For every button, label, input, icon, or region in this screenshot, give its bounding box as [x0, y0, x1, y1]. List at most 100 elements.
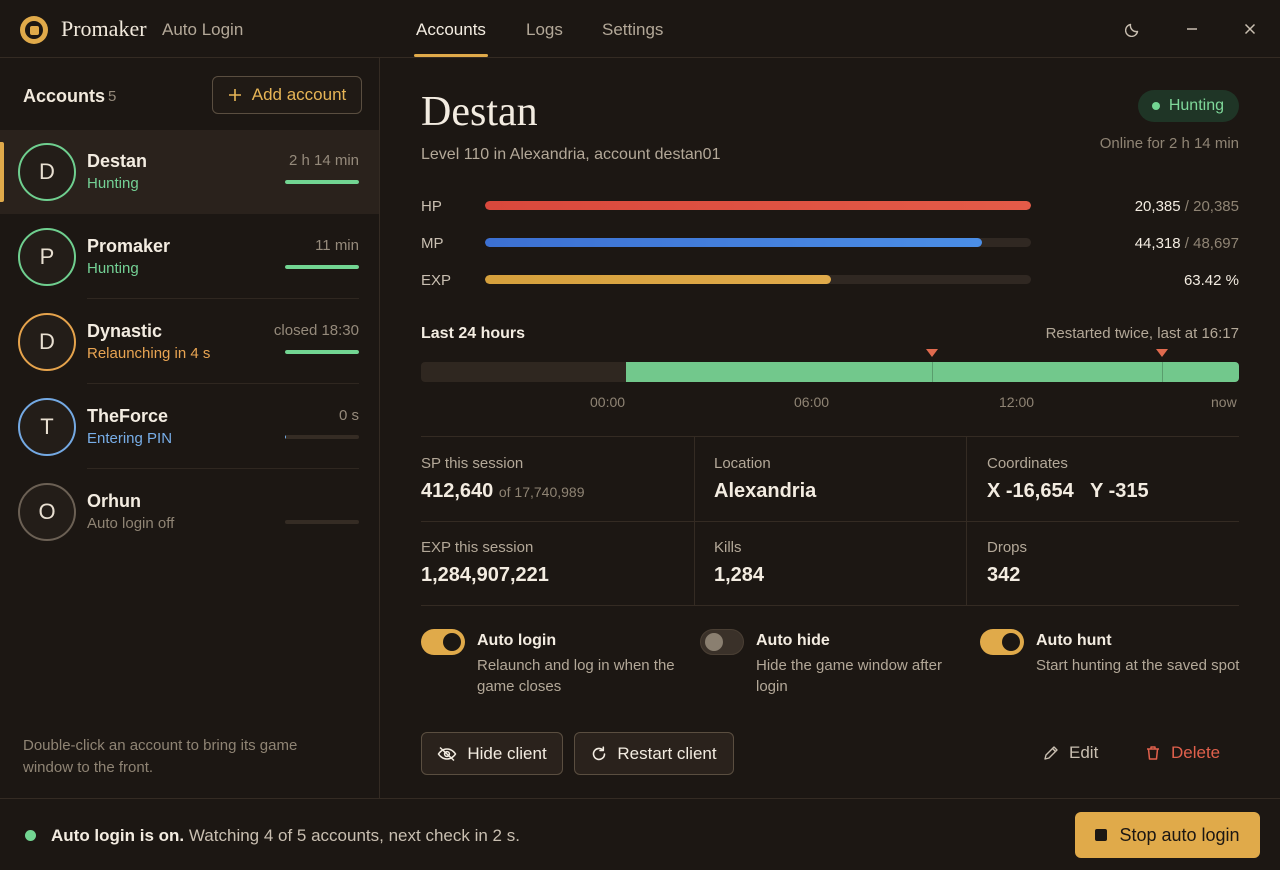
app-brand: Promaker [61, 16, 147, 41]
edit-label: Edit [1069, 743, 1099, 762]
pencil-icon [1044, 746, 1058, 760]
avatar: O [18, 483, 76, 541]
auto-login-desc: Relaunch and log in when the game closes [477, 657, 675, 695]
tab-settings[interactable]: Settings [602, 20, 663, 40]
mp-bar [485, 238, 1031, 247]
auto-hunt-title: Auto hunt [1036, 632, 1112, 649]
plus-icon [228, 89, 241, 101]
restart-marker-line [932, 362, 934, 382]
account-name: Promaker [87, 236, 171, 256]
divider [421, 521, 1239, 522]
status-text: Auto login is on. Watching 4 of 5 accoun… [51, 826, 520, 846]
trash-icon [1147, 746, 1159, 760]
coordinates-value: X -16,654 Y -315 [987, 480, 1149, 502]
hide-client-label: Hide client [467, 743, 547, 763]
active-tab-indicator [414, 54, 488, 57]
exp-label: EXP [421, 272, 452, 289]
drops-value: 342 [987, 564, 1021, 586]
account-row-dynastic[interactable]: D Dynastic Relaunching in 4 s closed 18:30 [0, 300, 379, 384]
restart-icon [593, 745, 606, 760]
divider [87, 298, 359, 299]
avatar: T [18, 398, 76, 456]
restart-client-button[interactable]: Restart client [574, 732, 734, 775]
theme-toggle-button[interactable] [1122, 18, 1144, 40]
auto-login-title: Auto login [477, 632, 557, 649]
hide-client-button[interactable]: Hide client [421, 732, 563, 775]
account-detail: Destan Level 110 in Alexandria, account … [380, 58, 1280, 798]
delete-button[interactable]: Delete [1145, 743, 1220, 763]
divider [421, 605, 1239, 606]
account-status: Hunting [87, 175, 139, 192]
delete-label: Delete [1171, 743, 1221, 762]
account-name: Destan [87, 151, 148, 171]
auto-hunt-toggle[interactable] [980, 629, 1024, 655]
restart-marker-icon [1156, 349, 1169, 357]
account-progress-bar [285, 180, 359, 184]
avatar: D [18, 143, 76, 201]
account-status: Relaunching in 4 s [87, 345, 211, 362]
app-logo-icon [20, 16, 48, 44]
kills-label: Kills [714, 539, 742, 556]
sp-session-value: 412,640 of 17,740,989 [421, 480, 585, 502]
sp-total: of 17,740,989 [498, 484, 585, 500]
add-account-label: Add account [251, 85, 347, 104]
character-name: Destan [421, 89, 538, 135]
stop-auto-login-label: Stop auto login [1119, 824, 1240, 845]
account-name: Orhun [87, 491, 141, 511]
account-progress-bar [285, 520, 359, 524]
status-text-bold: Auto login is on. [51, 826, 185, 845]
account-progress-bar [285, 265, 359, 269]
timeline-tick-3: now [1211, 394, 1237, 410]
account-row-destan[interactable]: D Destan Hunting 2 h 14 min [0, 130, 379, 214]
stop-icon [1095, 829, 1108, 841]
account-uptime: 2 h 14 min [288, 152, 359, 169]
account-status: Entering PIN [87, 430, 173, 447]
minimize-button[interactable] [1181, 18, 1203, 40]
restart-marker-icon [926, 349, 939, 357]
restart-client-label: Restart client [617, 743, 717, 763]
account-name: Dynastic [87, 321, 163, 341]
account-status: Hunting [87, 260, 139, 277]
edit-button[interactable]: Edit [1043, 743, 1098, 763]
account-progress-bar [285, 435, 359, 439]
stop-auto-login-button[interactable]: Stop auto login [1075, 812, 1260, 858]
title-bar: Promaker Auto Login Accounts Logs Settin… [0, 0, 1280, 58]
moon-icon [1125, 23, 1139, 37]
exp-value: 63.42 % [1183, 272, 1239, 289]
app-subtitle: Auto Login [162, 20, 244, 39]
hp-bar-fill [485, 201, 1031, 210]
auto-hide-desc: Hide the game window after login [756, 657, 942, 695]
online-duration: Online for 2 h 14 min [1099, 135, 1239, 152]
close-button[interactable] [1239, 18, 1261, 40]
account-uptime: 11 min [315, 237, 359, 254]
account-row-orhun[interactable]: O Orhun Auto login off [0, 470, 379, 554]
tab-accounts[interactable]: Accounts [416, 20, 486, 40]
exp-session-value: 1,284,907,221 [421, 564, 549, 586]
divider [966, 437, 967, 605]
exp-bar [485, 275, 1031, 284]
location-value: Alexandria [714, 480, 817, 502]
status-dot-icon [1151, 102, 1160, 110]
timeline-note: Restarted twice, last at 16:17 [1045, 325, 1239, 342]
accounts-sidebar: Accounts 5 Add account D Destan Hunting 2 h… [0, 58, 380, 798]
avatar: D [18, 313, 76, 371]
location-label: Location [714, 455, 771, 472]
tab-logs[interactable]: Logs [526, 20, 563, 40]
hp-value: 20,385 / 20,385 [1134, 198, 1239, 215]
auto-login-toggle[interactable] [421, 629, 465, 655]
auto-hide-toggle[interactable] [700, 629, 744, 655]
avatar: P [18, 228, 76, 286]
hp-bar [485, 201, 1031, 210]
divider [421, 436, 1239, 437]
account-row-theforce[interactable]: T TheForce Entering PIN 0 s [0, 385, 379, 469]
minimize-icon [1187, 28, 1197, 30]
timeline-tick-0: 00:00 [590, 394, 626, 410]
exp-session-label: EXP this session [421, 539, 534, 556]
add-account-button[interactable]: Add account [212, 76, 362, 114]
exp-bar-fill [485, 275, 832, 284]
timeline-tick-2: 12:00 [999, 394, 1035, 410]
sp-session-label: SP this session [421, 455, 524, 472]
drops-label: Drops [987, 539, 1028, 556]
account-progress-bar [285, 350, 359, 354]
account-row-promaker[interactable]: P Promaker Hunting 11 min [0, 215, 379, 299]
